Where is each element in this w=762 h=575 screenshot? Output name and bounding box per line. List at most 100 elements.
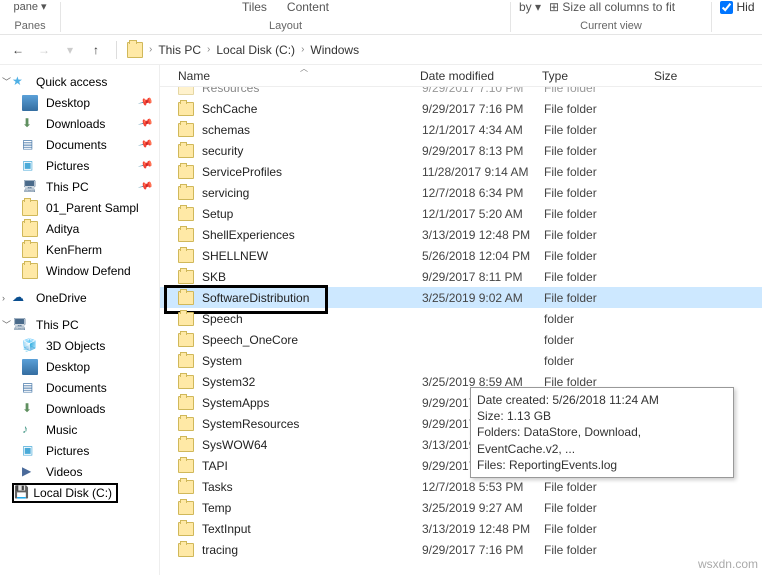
sidebar-item-3dobjects[interactable]: 🧊3D Objects: [0, 335, 159, 356]
table-row[interactable]: servicing12/7/2018 6:34 PMFile folder: [160, 182, 762, 203]
file-list[interactable]: ︿ Name Date modified Type Size Resources…: [160, 65, 762, 575]
file-date: 12/1/2017 4:34 AM: [422, 123, 544, 137]
folder-icon: [22, 200, 38, 216]
file-type: File folder: [544, 249, 656, 263]
sidebar-item-downloads[interactable]: ⬇Downloads: [0, 398, 159, 419]
file-name: SoftwareDistribution: [202, 291, 422, 305]
sidebar-item-folder[interactable]: Window Defend: [0, 260, 159, 281]
table-row[interactable]: ServiceProfiles11/28/2017 9:14 AMFile fo…: [160, 161, 762, 182]
pin-icon: 📌: [137, 95, 153, 111]
sidebar-item-folder[interactable]: Aditya: [0, 218, 159, 239]
pin-icon: 📌: [137, 158, 153, 174]
file-date: 9/29/2017 7:16 PM: [422, 102, 544, 116]
table-row[interactable]: schemas12/1/2017 4:34 AMFile folder: [160, 119, 762, 140]
pictures-icon: ▣: [22, 443, 38, 459]
table-row[interactable]: Speech_OneCorefolder: [160, 329, 762, 350]
sidebar-item-downloads[interactable]: ⬇Downloads📌: [0, 113, 159, 134]
column-size[interactable]: Size: [654, 69, 677, 83]
by-button[interactable]: by ▾: [519, 0, 541, 14]
file-type: File folder: [544, 87, 656, 95]
table-row[interactable]: security9/29/2017 8:13 PMFile folder: [160, 140, 762, 161]
videos-icon: ▶: [22, 464, 38, 480]
table-row[interactable]: SHELLNEW5/26/2018 12:04 PMFile folder: [160, 245, 762, 266]
file-name: SKB: [202, 270, 422, 284]
forward-button[interactable]: →: [34, 40, 54, 60]
chevron-right-icon[interactable]: ›: [297, 44, 308, 55]
sidebar-item-documents[interactable]: ▤Documents📌: [0, 134, 159, 155]
table-row[interactable]: Tasks12/7/2018 5:53 PMFile folder: [160, 476, 762, 497]
table-row[interactable]: Temp3/25/2019 9:27 AMFile folder: [160, 497, 762, 518]
file-type: File folder: [544, 207, 656, 221]
pictures-icon: ▣: [22, 158, 38, 174]
folder-icon: [178, 123, 194, 137]
folder-icon: [178, 354, 194, 368]
size-all-button[interactable]: ⊞ Size all columns to fit: [549, 0, 675, 14]
sidebar-item-pictures[interactable]: ▣Pictures: [0, 440, 159, 461]
file-type: File folder: [544, 123, 656, 137]
file-name: Speech_OneCore: [202, 333, 422, 347]
table-row[interactable]: Speechfolder: [160, 308, 762, 329]
thispc-header[interactable]: ﹀🖥This PC: [0, 314, 159, 335]
file-name: SchCache: [202, 102, 422, 116]
pc-icon: 🖥: [22, 179, 38, 195]
column-name[interactable]: Name: [178, 69, 420, 83]
table-row[interactable]: SchCache9/29/2017 7:16 PMFile folder: [160, 98, 762, 119]
column-date[interactable]: Date modified: [420, 69, 542, 83]
address-bar[interactable]: › This PC › Local Disk (C:) › Windows: [127, 42, 359, 58]
sidebar-item-folder[interactable]: KenFherm: [0, 239, 159, 260]
column-type[interactable]: Type: [542, 69, 654, 83]
table-row[interactable]: Systemfolder: [160, 350, 762, 371]
file-name: Setup: [202, 207, 422, 221]
sidebar-item-localdisk[interactable]: 💾 Local Disk (C:): [0, 482, 159, 503]
navigation-pane[interactable]: ﹀★Quick access Desktop📌 ⬇Downloads📌 ▤Doc…: [0, 65, 160, 575]
table-row[interactable]: Resources9/29/2017 7:10 PMFile folder: [160, 87, 762, 98]
file-type: File folder: [544, 102, 656, 116]
sidebar-item-thispc[interactable]: 🖥This PC📌: [0, 176, 159, 197]
sidebar-item-videos[interactable]: ▶Videos: [0, 461, 159, 482]
path-segment[interactable]: Windows: [310, 43, 359, 57]
file-date: 3/13/2019 12:48 PM: [422, 228, 544, 242]
sidebar-item-folder[interactable]: 01_Parent Sampl: [0, 197, 159, 218]
sidebar-item-documents[interactable]: ▤Documents: [0, 377, 159, 398]
path-segment[interactable]: Local Disk (C:): [216, 43, 295, 57]
file-name: servicing: [202, 186, 422, 200]
file-type: File folder: [544, 144, 656, 158]
pin-icon: 📌: [137, 116, 153, 132]
sidebar-item-pictures[interactable]: ▣Pictures📌: [0, 155, 159, 176]
tiles-option[interactable]: Tiles: [242, 0, 267, 14]
file-date: 5/26/2018 12:04 PM: [422, 249, 544, 263]
sidebar-item-music[interactable]: ♪Music: [0, 419, 159, 440]
folder-icon: [178, 87, 194, 95]
pin-icon: 📌: [137, 179, 153, 195]
layout-label: Layout: [269, 20, 302, 34]
content-option[interactable]: Content: [287, 0, 329, 14]
quick-access-header[interactable]: ﹀★Quick access: [0, 71, 159, 92]
table-row[interactable]: TextInput3/13/2019 12:48 PMFile folder: [160, 518, 762, 539]
star-icon: ★: [12, 74, 28, 90]
chevron-right-icon[interactable]: ›: [203, 44, 214, 55]
back-button[interactable]: ←: [8, 40, 28, 60]
watermark: wsxdn.com: [698, 557, 758, 571]
file-name: security: [202, 144, 422, 158]
folder-icon: [178, 228, 194, 242]
file-name: TAPI: [202, 459, 422, 473]
sidebar-item-desktop[interactable]: Desktop📌: [0, 92, 159, 113]
table-row[interactable]: SKB9/29/2017 8:11 PMFile folder: [160, 266, 762, 287]
up-button[interactable]: ↑: [86, 40, 106, 60]
file-name: ServiceProfiles: [202, 165, 422, 179]
file-type: File folder: [544, 228, 656, 242]
table-row[interactable]: tracing9/29/2017 7:16 PMFile folder: [160, 539, 762, 560]
pane-button[interactable]: pane ▾: [13, 0, 46, 13]
sidebar-item-desktop[interactable]: Desktop: [0, 356, 159, 377]
file-name: SystemApps: [202, 396, 422, 410]
table-row[interactable]: SoftwareDistribution3/25/2019 9:02 AMFil…: [160, 287, 762, 308]
recent-button[interactable]: ▾: [60, 40, 80, 60]
path-segment[interactable]: This PC: [158, 43, 201, 57]
table-row[interactable]: Setup12/1/2017 5:20 AMFile folder: [160, 203, 762, 224]
onedrive-header[interactable]: ›☁OneDrive: [0, 287, 159, 308]
table-row[interactable]: ShellExperiences3/13/2019 12:48 PMFile f…: [160, 224, 762, 245]
documents-icon: ▤: [22, 137, 38, 153]
file-type: folder: [544, 312, 656, 326]
chevron-right-icon[interactable]: ›: [145, 44, 156, 55]
hidden-checkbox[interactable]: Hid: [720, 0, 755, 14]
